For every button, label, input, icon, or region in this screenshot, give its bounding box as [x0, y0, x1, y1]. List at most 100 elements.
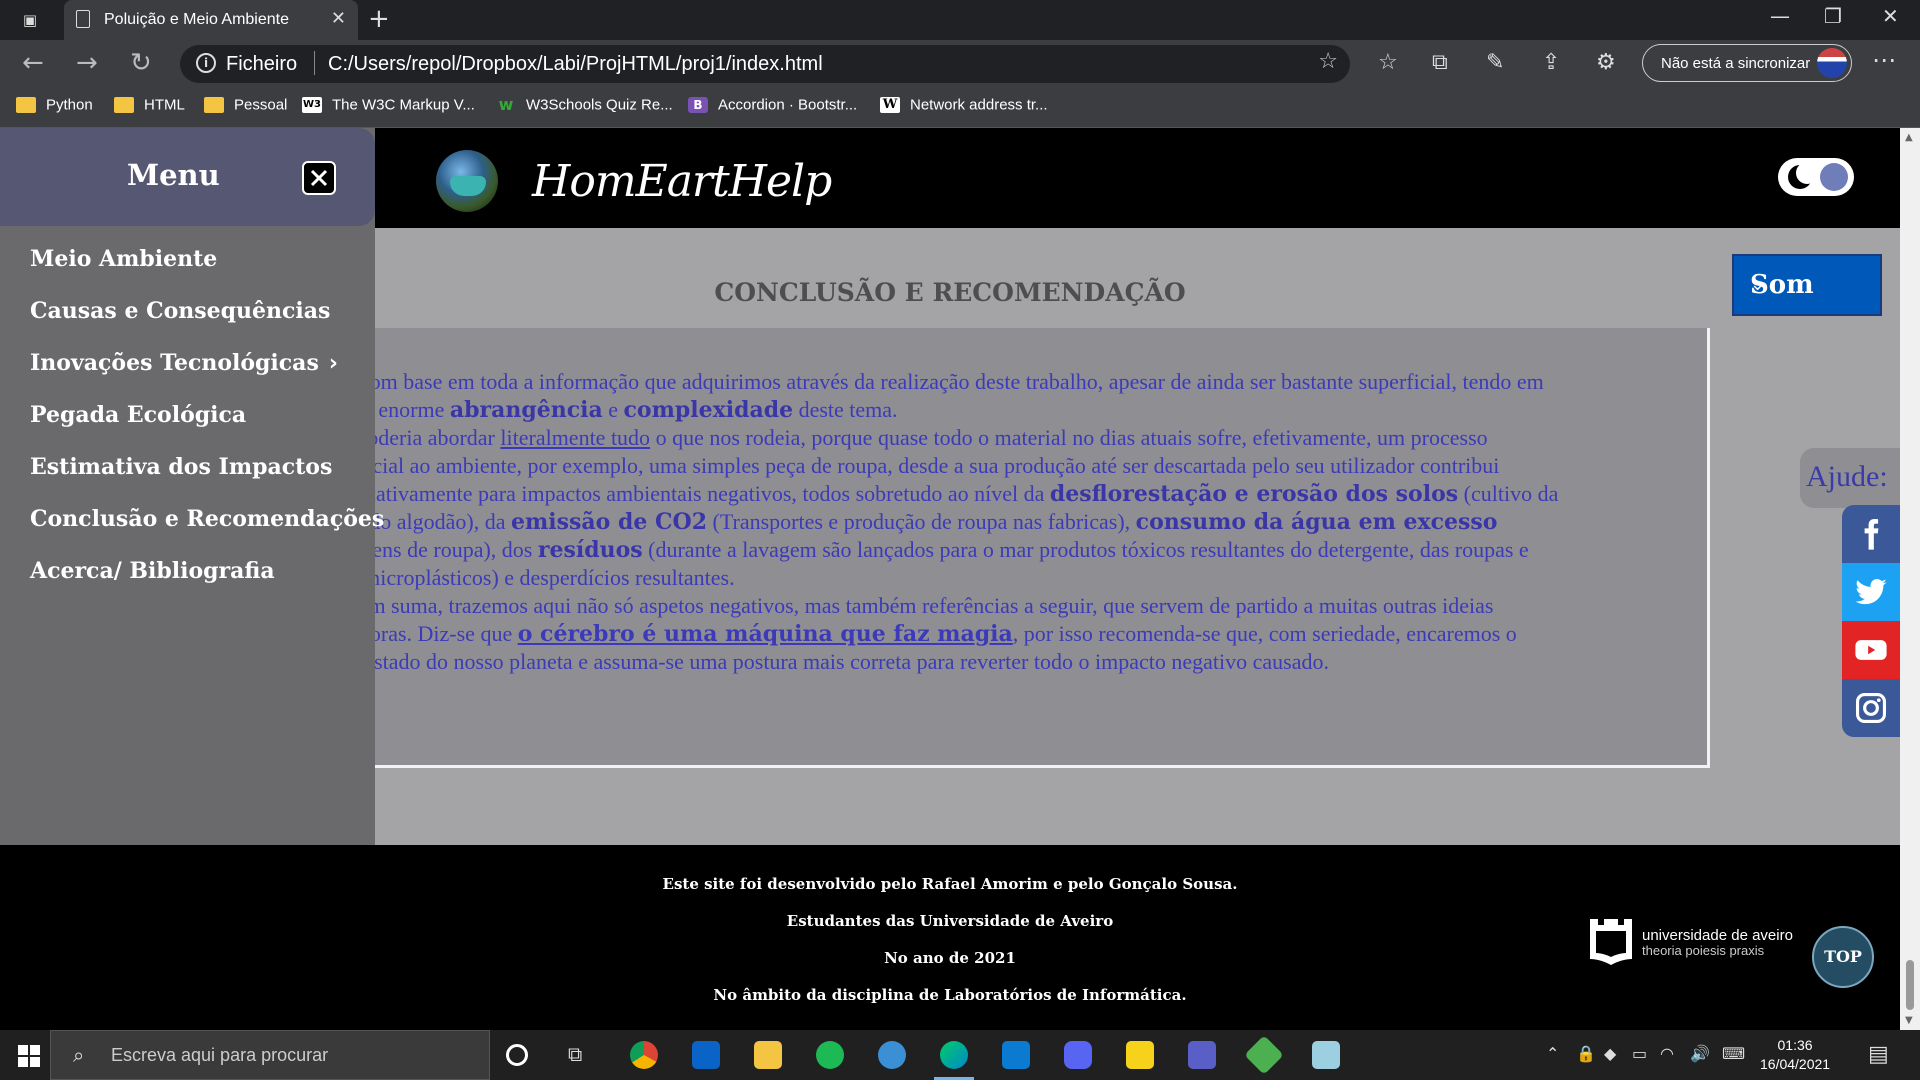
keyboard-icon[interactable]: ⌨ [1722, 1044, 1745, 1063]
spotify-icon[interactable] [816, 1041, 844, 1069]
folder-icon [16, 97, 36, 114]
bookmark-w3schools-quiz[interactable]: w W3Schools Quiz Re... [496, 96, 673, 122]
taskbar-clock[interactable]: 01:36 16/04/2021 [1760, 1036, 1830, 1074]
scroll-up-icon[interactable]: ▲ [1905, 132, 1913, 143]
site-brand[interactable]: HomEartHelp [532, 156, 832, 207]
sticky-notes-icon[interactable] [1126, 1041, 1154, 1069]
sidebar-item-causas[interactable]: Causas e Consequências [30, 298, 330, 324]
chevron-right-icon: › [328, 351, 338, 376]
wikipedia-icon: W [880, 97, 900, 114]
back-to-top-button[interactable]: TOP [1812, 926, 1874, 988]
browser-tab[interactable]: Poluição e Meio Ambiente ✕ [64, 0, 358, 40]
new-tab-icon[interactable]: + [368, 4, 390, 34]
cerebro-magia-link[interactable]: o cérebro é uma máquina que faz magia [518, 621, 1013, 647]
info-icon[interactable]: i [196, 53, 216, 73]
sidebar-item-estimativa[interactable]: Estimativa dos Impactos [30, 454, 332, 480]
lock-icon[interactable]: 🔒 [1576, 1044, 1596, 1063]
sidebar-item-inovacoes[interactable]: Inovações Tecnológicas › [30, 350, 338, 376]
dropbox-icon[interactable]: ◆ [1604, 1044, 1616, 1063]
sound-select[interactable]: Som ⌄ [1732, 254, 1882, 316]
chrome-icon[interactable] [630, 1041, 658, 1069]
globe-logo-icon[interactable] [436, 150, 498, 212]
bookmark-network-address[interactable]: W Network address tr... [880, 96, 1048, 122]
refresh-icon[interactable]: ↻ [130, 48, 152, 78]
url-path[interactable]: C:/Users/repol/Dropbox/Labi/ProjHTML/pro… [328, 53, 823, 76]
facebook-icon [1864, 518, 1879, 550]
cortana-icon[interactable] [506, 1044, 528, 1066]
footer-line: Este site foi desenvolvido pelo Rafael A… [662, 875, 1238, 893]
close-window-icon[interactable]: ✕ [1882, 4, 1899, 28]
taskbar-search[interactable]: ⌕ Escreva aqui para procurar [50, 1030, 490, 1080]
profile-avatar [1817, 48, 1847, 78]
browser-app-icon[interactable] [878, 1041, 906, 1069]
face-mask-shape [450, 176, 486, 196]
dark-mode-toggle[interactable] [1778, 158, 1854, 196]
university-name: universidade de aveiro [1642, 927, 1793, 944]
windows-start-icon[interactable] [18, 1045, 40, 1067]
instagram-button[interactable] [1842, 679, 1900, 737]
outlook-icon[interactable] [692, 1041, 720, 1069]
address-bar[interactable]: i Ficheiro C:/Users/repol/Dropbox/Labi/P… [180, 45, 1350, 83]
bookmark-pessoal[interactable]: Pessoal [204, 96, 287, 122]
show-hidden-icons-icon[interactable]: ⌃ [1546, 1044, 1559, 1063]
sync-button[interactable]: Não está a sincronizar [1642, 44, 1852, 82]
restore-icon[interactable]: ❐ [1824, 4, 1842, 28]
bookmark-python[interactable]: Python [16, 96, 93, 122]
address-bar-row: ← → ↻ i Ficheiro C:/Users/repol/Dropbox/… [0, 40, 1920, 90]
browser-tab-bar: ▣ Poluição e Meio Ambiente ✕ + — ❐ ✕ [0, 0, 1920, 40]
close-menu-button[interactable] [302, 161, 336, 195]
bookmarks-bar: Python HTML Pessoal W3 The W3C Markup V..… [0, 90, 1920, 128]
sidebar-item-meio-ambiente[interactable]: Meio Ambiente [30, 246, 217, 272]
sidebar-item-conclusao[interactable]: Conclusão e Recomendações [30, 506, 384, 532]
more-options-icon[interactable]: ⋯ [1872, 46, 1896, 74]
bookmark-html[interactable]: HTML [114, 96, 185, 122]
volume-icon[interactable]: 🔊 [1690, 1044, 1710, 1063]
help-label-box: Ajude: [1800, 448, 1900, 508]
conclusion-text: Com base em toda a informação que adquir… [310, 368, 1570, 676]
instagram-icon [1855, 692, 1887, 724]
wifi-icon[interactable]: ◠ [1660, 1044, 1674, 1063]
bootstrap-icon: B [688, 97, 708, 114]
forward-icon[interactable]: → [76, 48, 98, 78]
minimize-icon[interactable]: — [1770, 4, 1790, 28]
extensions-icon[interactable]: ⚙ [1596, 50, 1616, 75]
scroll-down-icon[interactable]: ▼ [1905, 1015, 1913, 1026]
sidebar-item-pegada[interactable]: Pegada Ecológica [30, 402, 246, 428]
discord-icon[interactable] [1064, 1041, 1092, 1069]
windows-taskbar: ⌕ Escreva aqui para procurar ⧉ ⌃ 🔒 ◆ ▭ ◠… [0, 1030, 1920, 1080]
screenshot-icon[interactable]: ✎ [1486, 50, 1504, 75]
search-icon: ⌕ [73, 1043, 85, 1067]
notepad-icon[interactable] [1312, 1041, 1340, 1069]
teams-icon[interactable] [1188, 1041, 1216, 1069]
close-tab-icon[interactable]: ✕ [331, 8, 346, 29]
file-explorer-icon[interactable] [754, 1041, 782, 1069]
literalmente-tudo-link[interactable]: literalmente tudo [500, 425, 650, 450]
facebook-button[interactable] [1842, 505, 1900, 563]
twitter-button[interactable] [1842, 563, 1900, 621]
vscode-icon[interactable] [1002, 1041, 1030, 1069]
task-view-icon[interactable]: ⧉ [568, 1042, 582, 1066]
favorites-icon[interactable]: ☆ [1378, 50, 1398, 75]
back-icon[interactable]: ← [22, 48, 44, 78]
menu-title: Menu [127, 158, 220, 192]
close-icon [310, 169, 328, 187]
git-icon[interactable] [1244, 1035, 1284, 1075]
sidebar-item-acerca[interactable]: Acerca/ Bibliografia [30, 558, 275, 584]
bookmark-bootstrap-accordion[interactable]: B Accordion · Bootstr... [688, 96, 857, 122]
university-motto: theoria poiesis praxis [1642, 943, 1765, 958]
bookmark-w3c-markup[interactable]: W3 The W3C Markup V... [302, 96, 475, 122]
university-crest-icon [1590, 919, 1632, 965]
moon-icon [1788, 162, 1818, 189]
share-icon[interactable]: ⇪ [1542, 50, 1560, 75]
collections-icon[interactable]: ⧉ [1432, 50, 1448, 75]
paragraph-3: Em suma, trazemos aqui não só aspetos ne… [310, 593, 1517, 674]
youtube-icon [1855, 640, 1887, 660]
youtube-button[interactable] [1842, 621, 1900, 679]
edge-icon[interactable] [940, 1041, 968, 1069]
page-scrollbar[interactable]: ▲ ▼ [1900, 128, 1920, 1030]
tab-actions-icon[interactable]: ▣ [20, 10, 40, 30]
add-favorite-icon[interactable]: ☆ [1318, 49, 1338, 74]
battery-icon[interactable]: ▭ [1632, 1044, 1647, 1063]
scrollbar-thumb[interactable] [1906, 960, 1914, 1010]
notifications-icon[interactable]: ▤ [1868, 1042, 1889, 1067]
